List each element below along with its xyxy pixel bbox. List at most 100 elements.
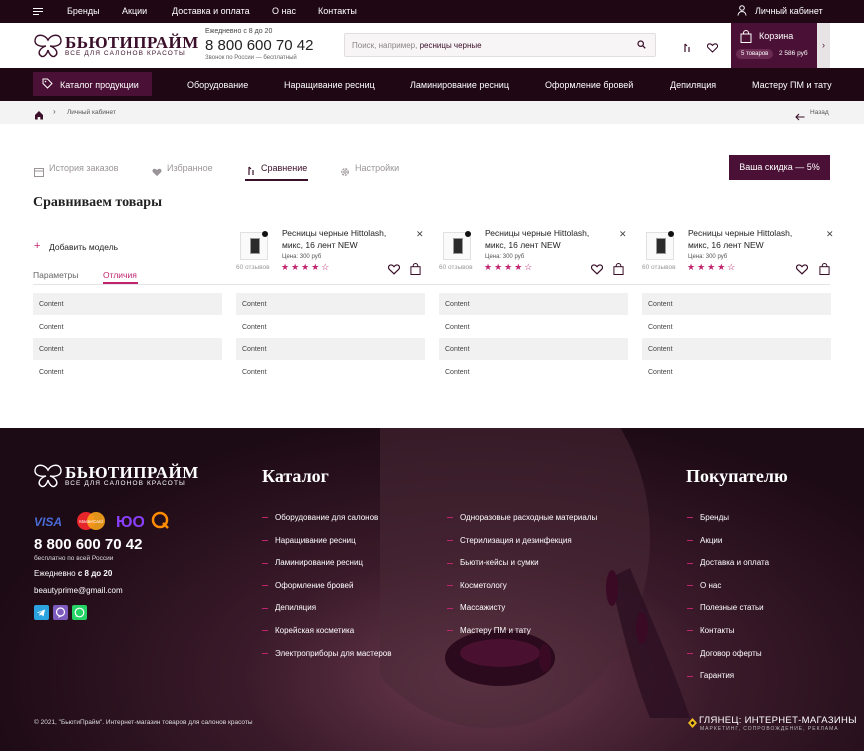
- footer-catalog-link[interactable]: Электроприборы для мастеров: [262, 649, 391, 658]
- footer-catalog-link[interactable]: Мастеру ПМ и тату: [447, 626, 531, 635]
- product-favorite-heart-icon[interactable]: [387, 262, 401, 280]
- add-model-button[interactable]: Добавить модель: [49, 242, 118, 252]
- nav-brows[interactable]: Оформление бровей: [545, 80, 633, 90]
- footer-buyer-link[interactable]: Гарантия: [687, 671, 734, 680]
- compare-cell: Content: [642, 293, 831, 315]
- compare-cell: Content: [236, 338, 425, 360]
- footer-phone-note: бесплатно по всей России: [34, 555, 114, 562]
- nav-equipment[interactable]: Оборудование: [187, 80, 248, 90]
- search-icon[interactable]: [637, 40, 646, 51]
- page-title: Сравниваем товары: [33, 195, 163, 210]
- remove-product-close-icon[interactable]: ✕: [416, 229, 424, 240]
- footer-catalog-link[interactable]: Ламинирование ресниц: [262, 558, 363, 567]
- footer-catalog-link[interactable]: Массажисту: [447, 603, 505, 612]
- product-image[interactable]: [240, 231, 268, 260]
- discount-button[interactable]: Ваша скидка — 5%: [729, 155, 830, 180]
- tab-order-history[interactable]: История заказов: [49, 163, 118, 173]
- footer-buyer-link[interactable]: Полезные статьи: [687, 603, 764, 612]
- product-image[interactable]: [646, 231, 674, 260]
- viber-icon[interactable]: [53, 605, 68, 620]
- search-input[interactable]: Поиск, например, ресницы черные: [344, 33, 656, 57]
- product-rating-stars-icon: ★★★★☆: [484, 262, 535, 272]
- cart-sum: 2 586 руб: [779, 50, 808, 57]
- footer-buyer-link[interactable]: Договор оферты: [687, 649, 762, 658]
- footer-catalog-link[interactable]: Косметологу: [447, 581, 507, 590]
- cart-count-badge: 5 товаров: [736, 49, 774, 59]
- footer-catalog-link[interactable]: Стерилизация и дезинфекция: [447, 536, 572, 545]
- product-title[interactable]: Ресницы черные Hittolash, микс, 16 лент …: [688, 227, 808, 251]
- add-to-cart-bag-icon[interactable]: [819, 262, 830, 280]
- back-link[interactable]: Назад: [810, 109, 829, 116]
- footer-catalog-link[interactable]: Одноразовые расходные материалы: [447, 513, 597, 522]
- header-phone[interactable]: 8 800 600 70 42: [205, 37, 313, 54]
- plus-icon: +: [34, 240, 41, 252]
- product-reviews[interactable]: 60 отзывов: [439, 264, 473, 271]
- footer-buyer-link[interactable]: Доставка и оплата: [687, 558, 769, 567]
- compare-cell: Content: [242, 368, 267, 376]
- cart-widget[interactable]: Корзина 5 товаров 2 586 руб: [731, 23, 817, 68]
- footer-buyer-link[interactable]: Контакты: [687, 626, 735, 635]
- product-price: Цена: 300 руб: [485, 254, 525, 260]
- compare-icon[interactable]: [683, 40, 692, 58]
- footer-catalog-link[interactable]: Оформление бровей: [262, 581, 353, 590]
- tab-compare[interactable]: Сравнение: [261, 163, 307, 173]
- compare-cell: Content: [642, 338, 831, 360]
- product-rating-stars-icon: ★★★★☆: [687, 262, 738, 272]
- footer-buyer-link[interactable]: О нас: [687, 581, 721, 590]
- product-title[interactable]: Ресницы черные Hittolash, микс, 16 лент …: [485, 227, 605, 251]
- product-favorite-heart-icon[interactable]: [795, 262, 809, 280]
- remove-product-close-icon[interactable]: ✕: [826, 229, 834, 240]
- product-dot: [465, 231, 471, 237]
- tab-settings[interactable]: Настройки: [355, 163, 399, 173]
- telegram-icon[interactable]: [34, 605, 49, 620]
- favorites-heart-icon[interactable]: [706, 40, 719, 58]
- nav-lash-lamination[interactable]: Ламинирование ресниц: [410, 80, 509, 90]
- breadcrumb: [0, 101, 864, 124]
- footer-email[interactable]: beautyprime@gmail.com: [34, 586, 123, 595]
- catalog-button[interactable]: Каталог продукции: [33, 72, 152, 96]
- product-reviews[interactable]: 60 отзывов: [236, 264, 270, 271]
- top-link-about[interactable]: О нас: [272, 6, 296, 16]
- nav-pm-tattoo[interactable]: Мастеру ПМ и тату: [752, 80, 832, 90]
- product-card: Ресницы черные Hittolash, микс, 16 лент …: [439, 225, 627, 280]
- remove-product-close-icon[interactable]: ✕: [619, 229, 627, 240]
- footer-catalog-link[interactable]: Депиляция: [262, 603, 316, 612]
- add-to-cart-bag-icon[interactable]: [410, 262, 421, 280]
- svg-text:MasterCard: MasterCard: [79, 519, 103, 524]
- logo[interactable]: [33, 32, 63, 63]
- product-title[interactable]: Ресницы черные Hittolash, микс, 16 лент …: [282, 227, 402, 251]
- filter-parameters[interactable]: Параметры: [33, 270, 78, 280]
- nav-lash-extension[interactable]: Наращивание ресниц: [284, 80, 375, 90]
- footer-buyer-link[interactable]: Бренды: [687, 513, 729, 522]
- nav-depilation[interactable]: Депиляция: [670, 80, 716, 90]
- footer-logo-subtitle: ВСЕ ДЛЯ САЛОНОВ КРАСОТЫ: [65, 480, 186, 487]
- footer-catalog-link[interactable]: Бьюти-кейсы и сумки: [447, 558, 539, 567]
- footer-catalog-link[interactable]: Корейская косметика: [262, 626, 354, 635]
- product-favorite-heart-icon[interactable]: [590, 262, 604, 280]
- copyright: © 2021, "БьютиПрайм". Интернет-магазин т…: [34, 719, 253, 726]
- tab-favorites[interactable]: Избранное: [167, 163, 213, 173]
- footer-catalog-link[interactable]: Наращивание ресниц: [262, 536, 356, 545]
- product-reviews[interactable]: 60 отзывов: [642, 264, 676, 271]
- back-arrow-icon[interactable]: [795, 108, 805, 126]
- top-link-delivery[interactable]: Доставка и оплата: [172, 6, 250, 16]
- top-link-contacts[interactable]: Контакты: [318, 6, 357, 16]
- footer-catalog-link[interactable]: Оборудование для салонов: [262, 513, 378, 522]
- developer-link[interactable]: ГЛЯНЕЦ: ИНТЕРНЕТ-МАГАЗИНЫ: [699, 715, 857, 726]
- top-link-sales[interactable]: Акции: [122, 6, 147, 16]
- whatsapp-icon[interactable]: [72, 605, 87, 620]
- product-card: Ресницы черные Hittolash, микс, 16 лент …: [642, 225, 834, 280]
- footer-phone[interactable]: 8 800 600 70 42: [34, 536, 142, 553]
- home-icon[interactable]: [34, 107, 44, 125]
- account-link[interactable]: Личный кабинет: [755, 6, 823, 16]
- menu-icon[interactable]: [33, 6, 43, 17]
- breadcrumb-current: Личный кабинет: [67, 109, 116, 116]
- working-hours: Ежедневно с 8 до 20: [205, 28, 273, 35]
- footer-buyer-link[interactable]: Акции: [687, 536, 722, 545]
- compare-cell: Content: [242, 323, 267, 331]
- top-link-brands[interactable]: Бренды: [67, 6, 100, 16]
- cart-expand-chevron-icon[interactable]: ›: [817, 23, 830, 68]
- product-image[interactable]: [443, 231, 471, 260]
- add-to-cart-bag-icon[interactable]: [613, 262, 624, 280]
- filter-differences[interactable]: Отличия: [103, 270, 137, 280]
